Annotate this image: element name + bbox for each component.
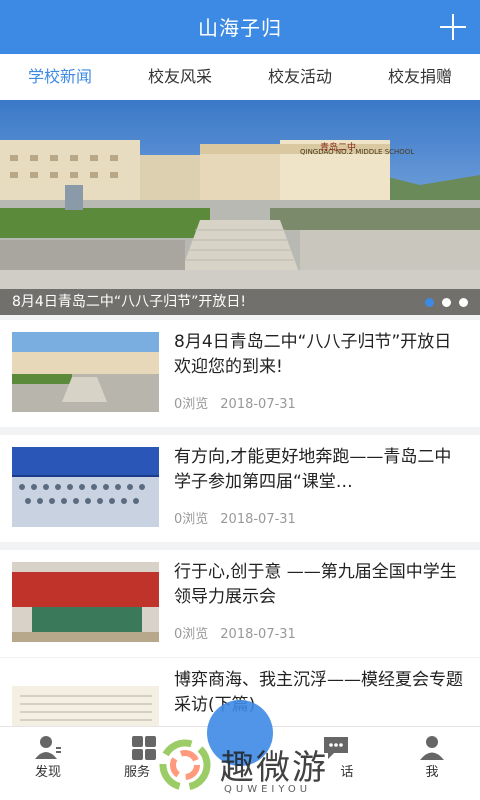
news-views: 0浏览 bbox=[174, 397, 209, 412]
person-icon bbox=[35, 736, 61, 759]
news-meta: 0浏览 2018-07-31 bbox=[174, 623, 296, 642]
carousel-dot[interactable] bbox=[425, 298, 434, 307]
news-item[interactable]: 有方向,才能更好地奔跑——青岛二中学子参加第四届“课堂… 0浏览 2018-07-… bbox=[0, 435, 480, 542]
tab-school-news[interactable]: 学校新闻 bbox=[0, 54, 120, 100]
banner-carousel[interactable]: QINGDAO NO.2 MIDDLE SCHOOL 青岛二中 8月4日青岛二中… bbox=[0, 100, 480, 315]
news-title: 有方向,才能更好地奔跑——青岛二中学子参加第四届“课堂… bbox=[174, 447, 452, 492]
banner-sign-subtext: QINGDAO NO.2 MIDDLE SCHOOL bbox=[300, 148, 414, 156]
news-meta: 0浏览 2018-07-31 bbox=[174, 508, 296, 527]
app-header: 山海子归 bbox=[0, 0, 480, 54]
plus-icon[interactable] bbox=[440, 14, 466, 40]
tab-alumni-style[interactable]: 校友风采 bbox=[120, 54, 240, 100]
news-title: 行于心,创于意 ——第九届全国中学生领导力展示会 bbox=[174, 562, 457, 607]
carousel-dot[interactable] bbox=[459, 298, 468, 307]
news-item[interactable]: 8月4日青岛二中“八八子归节”开放日欢迎您的到来! 0浏览 2018-07-31 bbox=[0, 320, 480, 427]
banner-caption: 8月4日青岛二中“八八子归节”开放日! bbox=[0, 289, 480, 315]
news-title: 8月4日青岛二中“八八子归节”开放日欢迎您的到来! bbox=[174, 332, 452, 377]
news-views: 0浏览 bbox=[174, 627, 209, 642]
news-date: 2018-07-31 bbox=[220, 397, 296, 412]
news-date: 2018-07-31 bbox=[220, 627, 296, 642]
news-thumbnail bbox=[12, 562, 159, 642]
banner-image: QINGDAO NO.2 MIDDLE SCHOOL 青岛二中 bbox=[0, 100, 480, 315]
news-thumbnail bbox=[12, 332, 159, 412]
news-date: 2018-07-31 bbox=[220, 512, 296, 527]
carousel-dots bbox=[425, 298, 468, 307]
category-tabs: 学校新闻 校友风采 校友活动 校友捐赠 bbox=[0, 54, 480, 100]
carousel-dot[interactable] bbox=[442, 298, 451, 307]
banner-sign-text: 青岛二中 bbox=[320, 141, 356, 153]
tab-alumni-donation[interactable]: 校友捐赠 bbox=[360, 54, 480, 100]
watermark-subtext: QUWEIYOU bbox=[224, 784, 312, 795]
watermark-text: 趣微游 bbox=[220, 748, 328, 788]
app-title: 山海子归 bbox=[198, 16, 282, 40]
news-thumbnail bbox=[12, 447, 159, 527]
news-item[interactable]: 行于心,创于意 ——第九届全国中学生领导力展示会 0浏览 2018-07-31 bbox=[0, 550, 480, 657]
watermark-logo bbox=[159, 739, 211, 791]
watermark: 趣微游 QUWEIYOU bbox=[150, 730, 400, 800]
tab-alumni-activities[interactable]: 校友活动 bbox=[240, 54, 360, 100]
user-icon bbox=[420, 736, 444, 760]
news-views: 0浏览 bbox=[174, 512, 209, 527]
news-meta: 0浏览 2018-07-31 bbox=[174, 393, 296, 412]
